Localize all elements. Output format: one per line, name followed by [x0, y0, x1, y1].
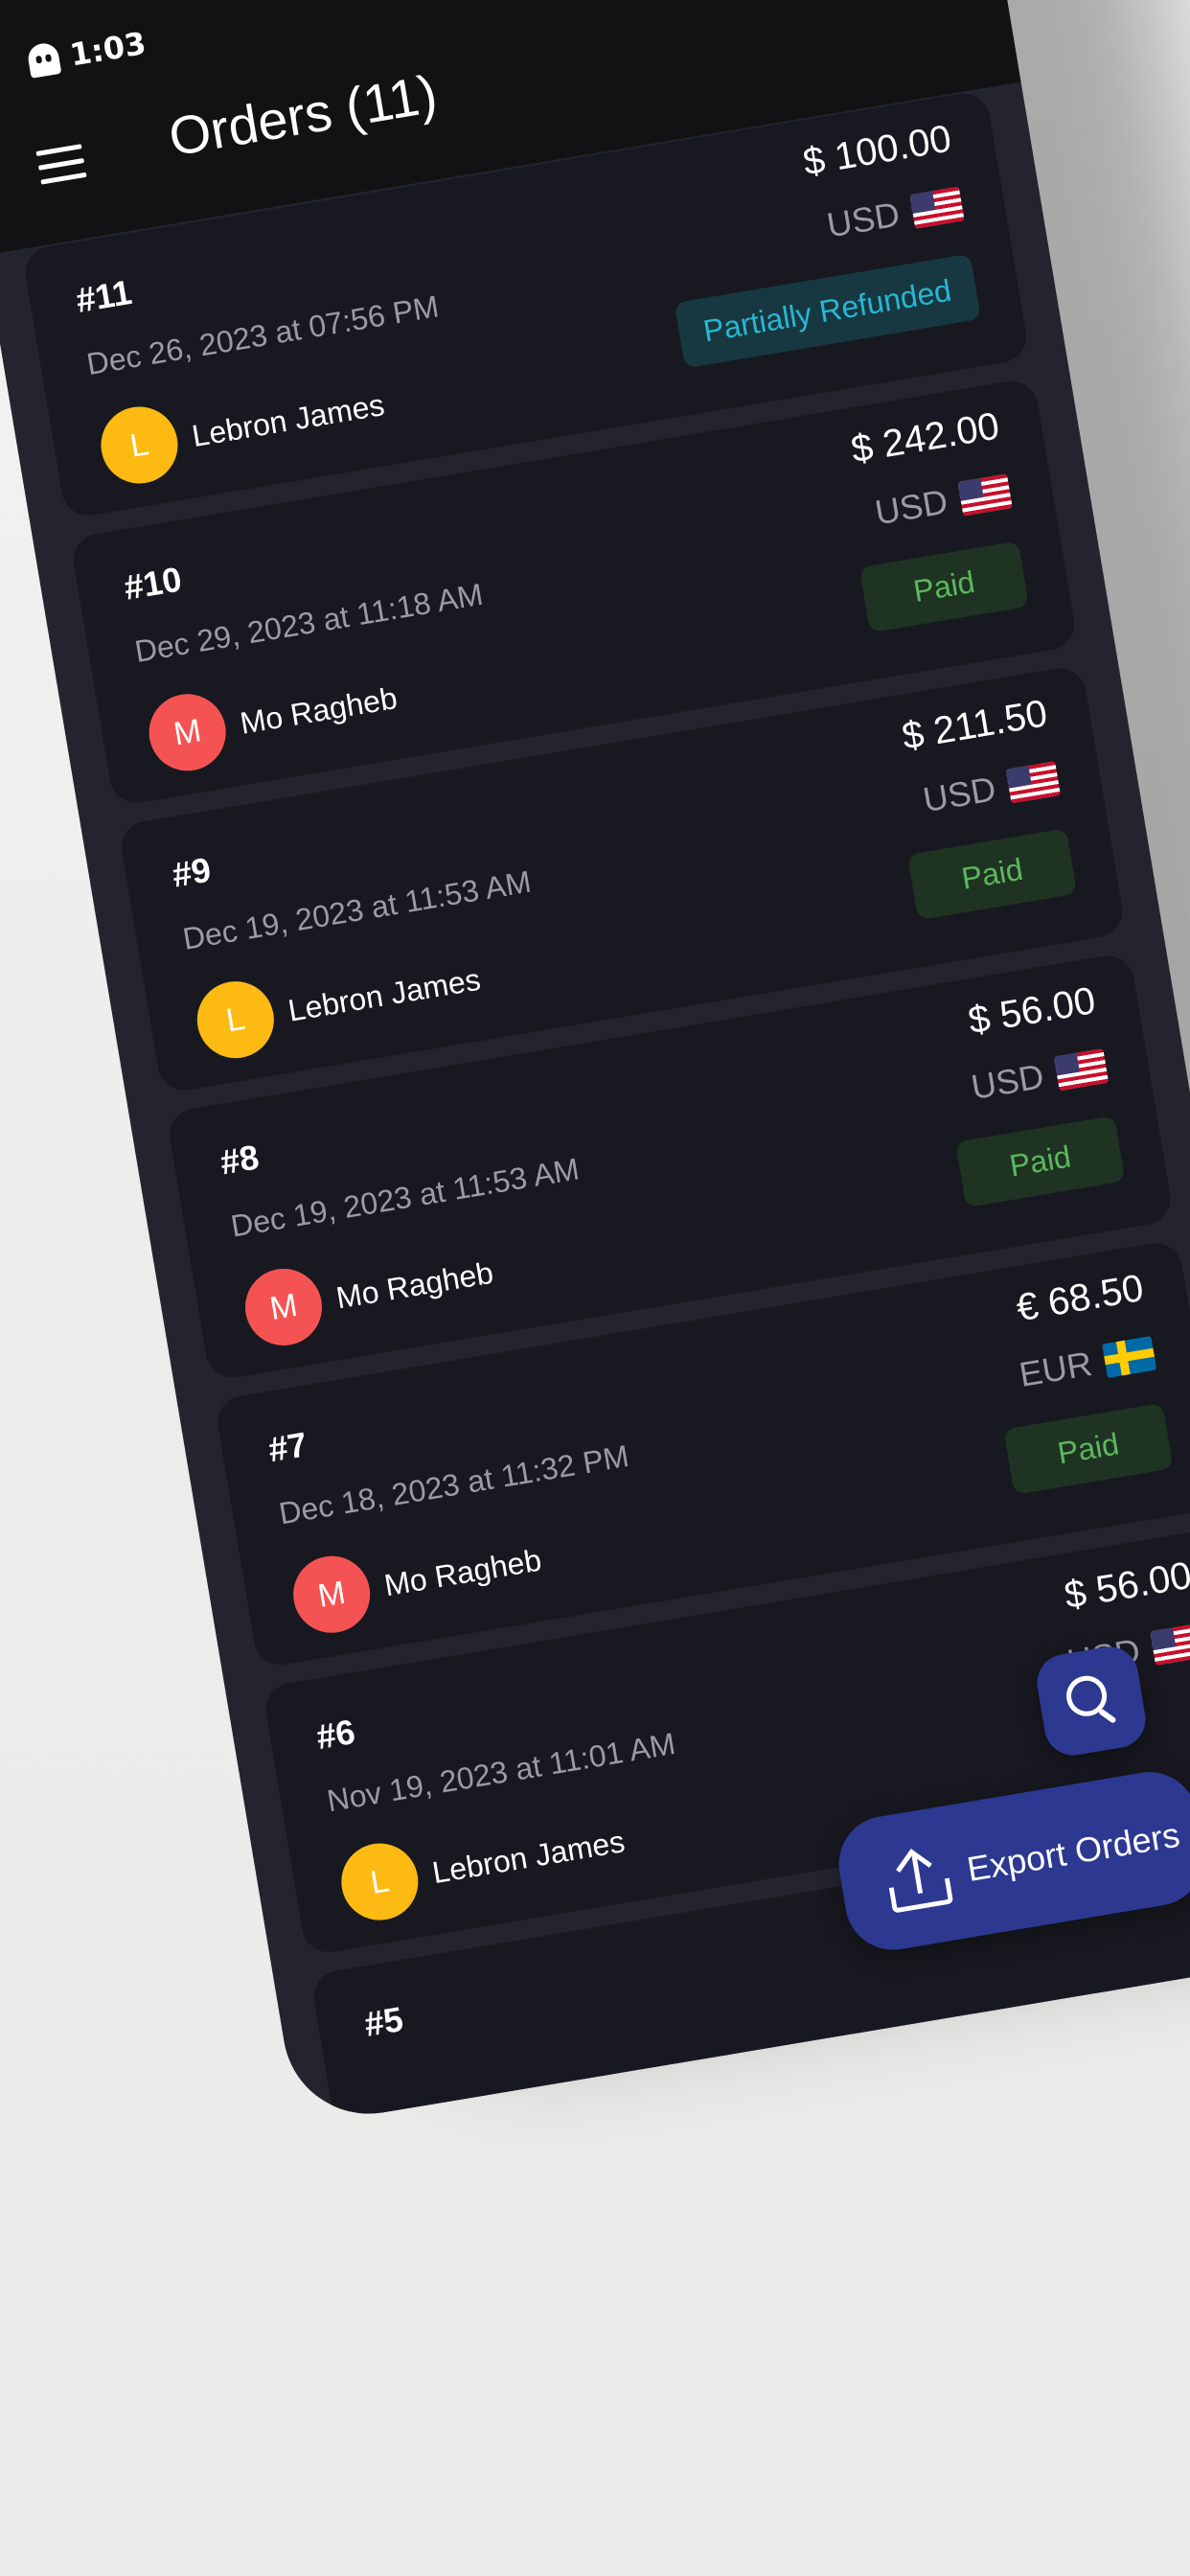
currency-code: USD	[920, 769, 999, 820]
currency-row: EUR	[1017, 1333, 1157, 1395]
us-flag-icon	[957, 473, 1013, 517]
status-badge: Paid	[955, 1116, 1126, 1208]
avatar: L	[95, 401, 184, 490]
status-badge: Paid	[858, 540, 1029, 633]
customer-row: M Mo Ragheb	[143, 659, 403, 777]
us-flag-icon	[1150, 1622, 1190, 1666]
order-id: #7	[265, 1424, 310, 1470]
currency-code: EUR	[1016, 1343, 1095, 1394]
customer-name: Lebron James	[189, 386, 387, 453]
customer-name: Mo Ragheb	[237, 679, 400, 741]
order-id: #11	[73, 271, 135, 320]
customer-row: L Lebron James	[191, 941, 487, 1065]
customer-name: Mo Ragheb	[381, 1541, 544, 1602]
status-badge: Partially Refunded	[674, 253, 981, 369]
se-flag-icon	[1102, 1335, 1157, 1379]
page-title: Orders (11)	[164, 62, 442, 168]
order-date: Dec 29, 2023 at 11:18 AM	[132, 576, 486, 669]
status-badge: Paid	[906, 828, 1078, 921]
status-badge: Paid	[1003, 1402, 1174, 1495]
customer-name: Mo Ragheb	[333, 1254, 496, 1315]
status-bar: 1:03	[26, 25, 149, 80]
customer-name: Lebron James	[286, 961, 483, 1028]
search-button[interactable]	[1032, 1642, 1151, 1760]
customer-row: M Mo Ragheb	[287, 1522, 547, 1639]
currency-row: USD	[824, 184, 965, 246]
currency-code: USD	[824, 194, 903, 245]
order-id: #9	[169, 849, 214, 895]
export-orders-label: Export Orders	[964, 1814, 1183, 1889]
us-flag-icon	[909, 186, 965, 229]
order-amount: $ 242.00	[848, 404, 1003, 472]
status-time: 1:03	[67, 24, 149, 74]
order-date: Dec 26, 2023 at 07:56 PM	[83, 288, 442, 382]
customer-row: L Lebron James	[335, 1803, 630, 1926]
avatar: L	[335, 1837, 424, 1926]
customer-name: Lebron James	[429, 1823, 628, 1890]
order-id: #10	[121, 559, 185, 608]
order-id: #6	[313, 1712, 358, 1758]
order-id: #8	[217, 1137, 263, 1183]
avatar: M	[239, 1262, 329, 1352]
order-amount: $ 56.00	[1061, 1553, 1190, 1618]
order-amount: € 68.50	[1013, 1266, 1147, 1330]
order-id: #5	[361, 1998, 406, 2044]
avatar: M	[287, 1550, 377, 1639]
order-date: Nov 19, 2023 at 11:01 AM	[324, 1726, 678, 1819]
order-amount: $ 211.50	[899, 692, 1051, 758]
order-date: Dec 19, 2023 at 11:53 AM	[180, 863, 534, 956]
upload-icon	[883, 1844, 954, 1914]
us-flag-icon	[1005, 761, 1061, 804]
order-amount: $ 100.00	[800, 117, 954, 184]
customer-row: L Lebron James	[95, 366, 390, 490]
currency-row: USD	[872, 471, 1013, 533]
currency-code: USD	[872, 481, 951, 533]
ghost-icon	[26, 40, 62, 79]
us-flag-icon	[1053, 1048, 1110, 1092]
customer-row: M Mo Ragheb	[239, 1234, 499, 1352]
avatar: L	[191, 976, 280, 1065]
order-date: Dec 19, 2023 at 11:53 AM	[228, 1151, 582, 1244]
currency-row: USD	[969, 1046, 1110, 1108]
avatar: M	[143, 688, 232, 777]
hamburger-menu-icon[interactable]	[35, 144, 87, 187]
order-amount: $ 56.00	[965, 979, 1099, 1043]
currency-code: USD	[968, 1056, 1047, 1108]
order-date: Dec 18, 2023 at 11:32 PM	[276, 1438, 631, 1531]
currency-row: USD	[920, 758, 1061, 820]
